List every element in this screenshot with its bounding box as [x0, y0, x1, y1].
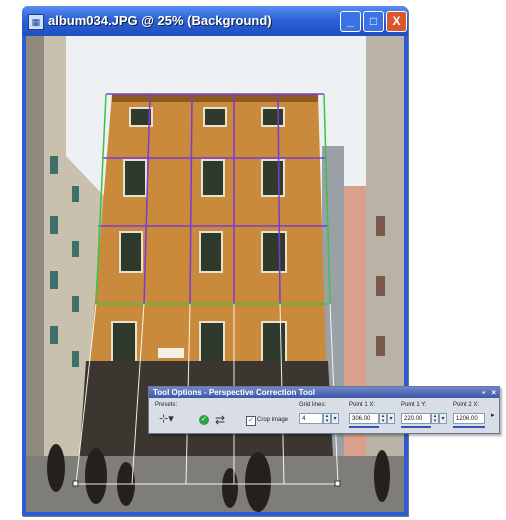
point1y-field[interactable]: 220.00: [401, 413, 431, 424]
more-arrow-icon[interactable]: ▸: [491, 411, 495, 419]
window-title: album034.JPG @ 25% (Background): [48, 13, 272, 28]
tool-options-title: Tool Options - Perspective Correction To…: [153, 388, 315, 397]
grid-lines-dropdown[interactable]: ▾: [331, 413, 339, 424]
crop-image-checkbox[interactable]: ✓: [246, 416, 256, 426]
maximize-button[interactable]: □: [363, 11, 384, 32]
point1y-label: Point 1 Y:: [401, 402, 427, 408]
grid-lines-label: Grid lines:: [299, 402, 327, 408]
point1x-label: Point 1 X:: [349, 402, 376, 408]
point1y-dropdown[interactable]: ▾: [439, 413, 447, 424]
point1x-dropdown[interactable]: ▾: [387, 413, 395, 424]
close-button[interactable]: X: [386, 11, 407, 32]
point1y-underline: [401, 426, 431, 428]
tool-options-titlebar[interactable]: Tool Options - Perspective Correction To…: [149, 387, 499, 398]
close-icon[interactable]: ×: [491, 387, 496, 398]
tool-options-palette: Tool Options - Perspective Correction To…: [148, 386, 500, 434]
image-canvas[interactable]: [26, 36, 404, 512]
pin-icon[interactable]: ▪: [482, 387, 485, 398]
grid-lines-field[interactable]: 4: [299, 413, 323, 424]
photo-building: [26, 36, 404, 512]
window-titlebar[interactable]: ▦ album034.JPG @ 25% (Background) _ □ X: [22, 6, 408, 36]
minimize-button[interactable]: _: [340, 11, 361, 32]
crop-image-label: Crop image: [257, 417, 289, 423]
preset-icon[interactable]: ⊹▾: [159, 412, 174, 425]
apply-check-icon[interactable]: ✓: [199, 415, 209, 425]
point2x-underline: [453, 426, 485, 428]
point2x-field[interactable]: 1206.00: [453, 413, 485, 424]
image-icon: ▦: [28, 14, 44, 30]
point1x-underline: [349, 426, 379, 428]
presets-label: Presets:: [155, 402, 178, 408]
image-window: ▦ album034.JPG @ 25% (Background) _ □ X: [22, 6, 408, 516]
reset-icon[interactable]: ⇄: [215, 413, 225, 427]
point1y-stepper[interactable]: ▴ ▾: [431, 413, 439, 424]
point1x-stepper[interactable]: ▴ ▾: [379, 413, 387, 424]
point2x-label: Point 2 X:: [453, 402, 480, 408]
point1x-field[interactable]: 306.00: [349, 413, 379, 424]
grid-lines-stepper[interactable]: ▴ ▾: [323, 413, 331, 424]
